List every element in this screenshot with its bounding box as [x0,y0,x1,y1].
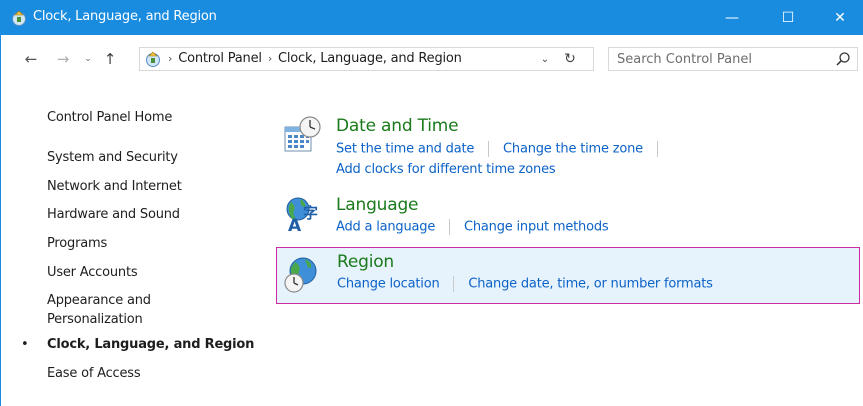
svg-text:字: 字 [303,204,318,222]
minimize-icon: — [725,9,739,26]
link-divider [656,141,658,157]
change-time-zone-link[interactable]: Change the time zone [503,142,643,157]
close-icon: ✕ [834,9,846,26]
category-title[interactable]: Date and Time [336,116,459,136]
sidebar-item-personalization[interactable]: Personalization [47,311,143,328]
control-panel-app-icon [12,10,26,26]
sidebar: Control Panel Home System and Security N… [0,82,270,406]
sidebar-item-network-internet[interactable]: Network and Internet [47,178,182,195]
category-links: Change location Change date, time, or nu… [337,276,713,292]
category-title[interactable]: Region [337,252,394,272]
link-divider [488,141,490,157]
forward-arrow-icon: → [56,50,70,68]
navigation-bar: ← → ⌄ ↑ › Control Panel › Clock, Languag… [0,35,863,82]
breadcrumb-clock-language-region[interactable]: Clock, Language, and Region [278,51,462,66]
sidebar-item-user-accounts[interactable]: User Accounts [47,264,138,281]
set-time-date-link[interactable]: Set the time and date [336,142,474,157]
link-divider [453,276,455,292]
category-links: Add clocks for different time zones [336,162,556,177]
date-time-icon [284,116,321,152]
sidebar-item-hardware-sound[interactable]: Hardware and Sound [47,206,180,223]
breadcrumb-control-panel[interactable]: Control Panel [178,51,262,66]
sidebar-item-clock-language-region: Clock, Language, and Region [47,337,255,352]
language-icon: A 字 [286,197,318,233]
sidebar-item-system-security[interactable]: System and Security [47,149,178,166]
up-arrow-icon: ↑ [103,50,117,68]
window-title: Clock, Language, and Region [33,9,217,24]
recent-locations-button[interactable]: ⌄ [78,49,98,69]
breadcrumb: › Control Panel › Clock, Language, and R… [168,51,462,66]
control-panel-location-icon [146,51,160,67]
title-bar: Clock, Language, and Region — ☐ ✕ [0,0,863,35]
close-button[interactable]: ✕ [817,0,863,35]
refresh-button[interactable]: ↻ [560,49,580,69]
sidebar-item-control-panel-home[interactable]: Control Panel Home [47,109,172,126]
add-language-link[interactable]: Add a language [336,220,435,235]
maximize-icon: ☐ [781,9,795,26]
search-icon[interactable] [835,51,851,67]
active-bullet-icon: • [21,337,29,352]
add-clocks-link[interactable]: Add clocks for different time zones [336,162,556,177]
sidebar-item-programs[interactable]: Programs [47,235,107,252]
up-button[interactable]: ↑ [100,49,120,69]
forward-button[interactable]: → [53,49,73,69]
maximize-button[interactable]: ☐ [765,0,811,35]
breadcrumb-separator-icon[interactable]: › [168,52,172,65]
sidebar-item-appearance[interactable]: Appearance and [47,292,151,309]
chevron-down-icon: ⌄ [540,53,550,65]
change-location-link[interactable]: Change location [337,277,440,292]
breadcrumb-separator-icon[interactable]: › [268,52,272,65]
link-divider [449,219,451,235]
category-title[interactable]: Language [336,195,418,215]
category-links: Set the time and date Change the time zo… [336,141,668,157]
region-icon [284,257,317,293]
category-language: A 字 Language Add a language Change input… [276,192,860,244]
back-arrow-icon: ← [24,50,38,68]
search-box[interactable] [608,47,858,71]
sidebar-item-ease-of-access[interactable]: Ease of Access [47,365,141,382]
category-region[interactable]: Region Change location Change date, time… [276,247,860,304]
category-date-and-time: Date and Time Set the time and date Chan… [276,112,860,184]
minimize-button[interactable]: — [709,0,755,35]
svg-text:A: A [288,216,302,233]
category-links: Add a language Change input methods [336,219,609,235]
refresh-icon: ↻ [564,51,576,67]
back-button[interactable]: ← [21,49,41,69]
search-input[interactable] [617,50,817,68]
address-dropdown-button[interactable]: ⌄ [536,50,554,68]
change-formats-link[interactable]: Change date, time, or number formats [468,277,713,292]
change-input-methods-link[interactable]: Change input methods [464,220,609,235]
address-bar[interactable]: › Control Panel › Clock, Language, and R… [139,47,594,71]
chevron-down-icon: ⌄ [84,54,92,64]
